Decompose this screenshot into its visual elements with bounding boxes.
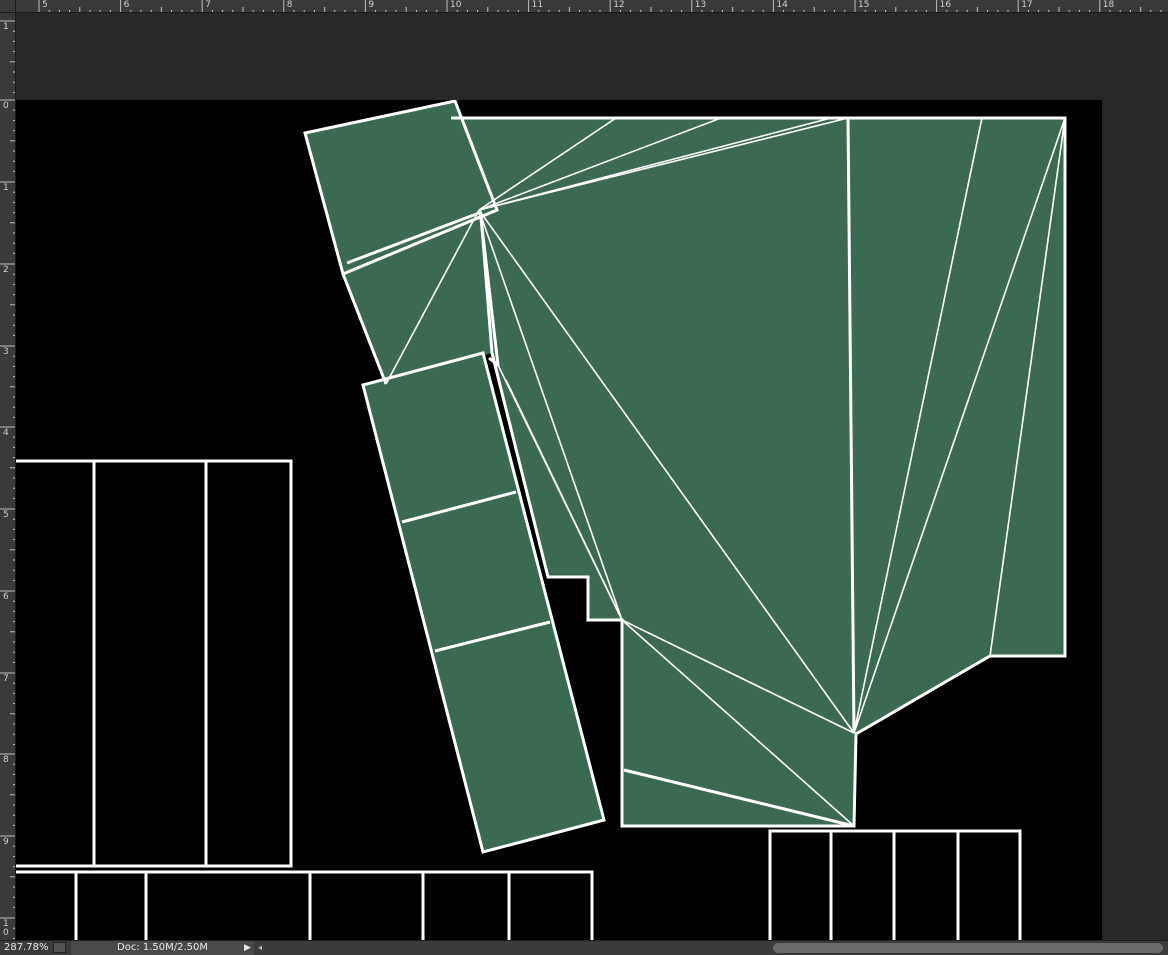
horizontal-ruler-ticks: [38, 0, 1162, 12]
horizontal-ruler-label: 10: [450, 0, 462, 10]
horizontal-ruler-label: 7: [205, 0, 211, 10]
horizontal-ruler-label: 8: [286, 0, 293, 10]
horizontal-ruler-label: 15: [858, 0, 870, 10]
horizontal-ruler-label: 14: [776, 0, 788, 10]
horizontal-scrollbar-thumb[interactable]: [773, 943, 1163, 953]
horizontal-scrollbar-track[interactable]: [270, 943, 765, 953]
uv-layout-artwork: [16, 100, 1067, 940]
vertical-ruler-label: 1: [3, 22, 9, 32]
horizontal-ruler-label: 16: [939, 0, 952, 10]
horizontal-ruler[interactable]: 5 6 7 8 9 10 11 12 13 14 15 16 17 18: [16, 0, 1168, 13]
vertical-ruler-label: 5: [3, 510, 9, 520]
horizontal-ruler-label: 13: [694, 0, 707, 10]
vertical-ruler-label: 0: [3, 101, 9, 111]
vertical-ruler-label: 4: [3, 428, 9, 438]
status-bar: 287.78% Doc: 1.50M/2.50M ▶ ◂: [0, 940, 1168, 955]
ruler-origin-corner[interactable]: [0, 0, 16, 13]
horizontal-ruler-label: 18: [1102, 0, 1115, 10]
vertical-ruler-label: 9: [3, 837, 9, 847]
vertical-ruler-ticks: [0, 20, 15, 939]
document-size-info: Doc: 1.50M/2.50M: [71, 941, 254, 955]
vertical-ruler-label: 3: [3, 347, 9, 357]
horizontal-ruler-label: 6: [123, 0, 130, 10]
status-menu-arrow-icon[interactable]: ▶: [244, 942, 254, 954]
horizontal-ruler-label: 12: [613, 0, 625, 10]
vertical-ruler-label: 10: [3, 919, 9, 938]
horizontal-ruler-label: 11: [531, 0, 544, 10]
document-canvas[interactable]: [16, 100, 1102, 940]
vertical-ruler-label: 8: [3, 755, 9, 765]
vertical-ruler-label: 6: [3, 592, 9, 602]
horizontal-ruler-label: 5: [42, 0, 48, 10]
vertical-ruler-label: 2: [3, 265, 9, 275]
document-status-icon[interactable]: [53, 942, 66, 953]
horizontal-ruler-label: 9: [368, 0, 375, 10]
horizontal-ruler-label: 17: [1021, 0, 1033, 10]
vertical-ruler[interactable]: 1 0 1 2 3 4 5 6 7 8 9 10: [0, 13, 16, 940]
zoom-level[interactable]: 287.78%: [4, 942, 49, 954]
scroll-left-arrow-icon[interactable]: ◂: [258, 942, 268, 954]
vertical-ruler-label: 7: [3, 674, 9, 684]
vertical-ruler-label: 1: [3, 183, 9, 193]
